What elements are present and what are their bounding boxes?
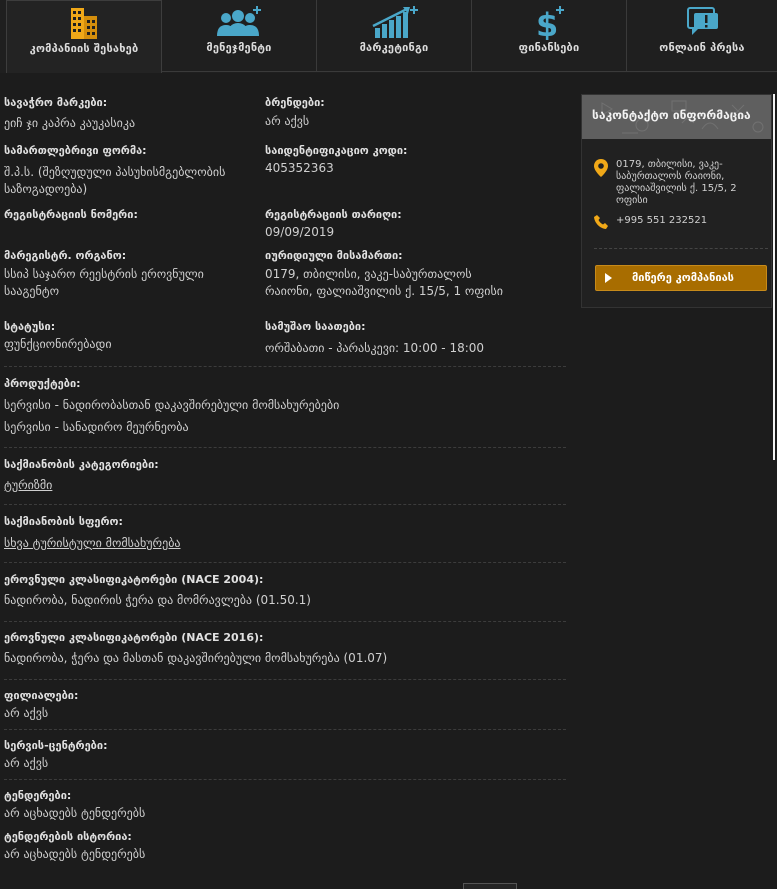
product-item: სერვისი - ნადირობასთან დაკავშირებული მომ… (4, 398, 340, 412)
divider (4, 779, 566, 780)
id-code-value: 405352363 (265, 161, 334, 175)
nace-2004-label: ეროვნული კლასიფიკატორები (NACE 2004): (4, 573, 264, 586)
tender-history-label: ტენდერების ისტორია: (4, 830, 132, 843)
status-value: ფუნქციონირებადი (4, 337, 112, 351)
service-centers-value: არ აქვს (4, 756, 49, 770)
legal-form-label: სამართლებრივი ფორმა: (4, 144, 147, 157)
contact-address: 0179, თბილისი, ვაკე-საბურთალოს რაიონი, ფ… (616, 159, 737, 206)
category-link[interactable]: ტურიზმი (4, 478, 52, 492)
phone-icon (594, 215, 608, 229)
dollar-plus-icon: $ (536, 6, 564, 40)
location-pin-icon (594, 159, 608, 177)
divider (4, 729, 566, 730)
legal-address-label: იურიდიული მისამართი: (265, 249, 403, 262)
tab-label: კომპანიის შესახებ (29, 42, 139, 55)
reg-date-label: რეგისტრაციის თარიღი: (265, 208, 402, 221)
divider (4, 366, 566, 367)
nace-2016-label: ეროვნული კლასიფიკატორები (NACE 2016): (4, 631, 264, 644)
chat-alert-icon (687, 7, 718, 35)
divider (4, 679, 566, 680)
pagination-box[interactable] (463, 883, 517, 889)
branches-label: ფილიალები: (4, 689, 79, 702)
category-value: ტურიზმი (4, 477, 52, 494)
svg-text:$: $ (536, 6, 558, 40)
users-plus-icon (217, 6, 261, 36)
tab-online-press[interactable]: ონლაინ პრესა (627, 0, 777, 72)
message-company-label: მიწერე კომპანიას (632, 271, 734, 284)
brand-name-value: ეიჩ ჯი კაპრა კაუკასიკა (4, 116, 136, 130)
tab-finances[interactable]: $ ფინანსები (472, 0, 627, 72)
tender-history-value: არ აცხადებს ტენდერებს (4, 847, 146, 861)
tenders-label: ტენდერები: (4, 789, 72, 802)
growth-chart-icon (372, 6, 418, 38)
tab-label: მარკეტინგი (359, 41, 429, 54)
legal-form-value: შ.პ.ს. (შეზღუდული პასუხისმგებლობის საზოგ… (4, 165, 226, 196)
message-company-button[interactable]: მიწერე კომპანიას (595, 265, 767, 291)
products-label: პროდუქტები: (4, 377, 81, 390)
tab-management[interactable]: მენეჯმენტი (162, 0, 317, 72)
category-label: საქმიანობის კატეგორიები: (4, 458, 159, 471)
building-icon (71, 8, 97, 39)
product-item: სერვისი - სანადირო მეურნეობა (4, 420, 189, 434)
tab-label: მენეჯმენტი (206, 41, 272, 54)
branches-value: არ აქვს (4, 706, 49, 720)
section-tabs: კომპანიის შესახებ მენეჯმენტი მარკეტინგი (0, 0, 777, 73)
divider (4, 621, 566, 622)
nace-2016-value: ნადირობა, ჭერა და მასთან დაკავშირებული მ… (4, 651, 388, 665)
hours-label: სამუშაო საათები: (265, 320, 366, 333)
hours-value: ორშაბათი - პარასკევი: 10:00 - 18:00 (265, 341, 485, 355)
registrar-value: სსიპ საჯარო რეესტრის ეროვნული სააგენტო (4, 267, 204, 298)
brand-name-label: სავაჭრო მარკები: (4, 96, 108, 109)
contact-info-panel: საკონტაქტო ინფორმაცია 0179, თბილისი, ვაკ… (581, 94, 772, 308)
divider (4, 504, 566, 505)
contact-header: საკონტაქტო ინფორმაცია (582, 95, 771, 139)
divider (4, 562, 566, 563)
legal-address-value: 0179, თბილისი, ვაკე-საბურთალოს რაიონი, ფ… (265, 267, 503, 298)
contact-title: საკონტაქტო ინფორმაცია (592, 108, 751, 122)
play-icon (605, 273, 612, 283)
sphere-label: საქმიანობის სფერო: (4, 515, 123, 528)
service-centers-label: სერვის-ცენტრები: (4, 739, 108, 752)
divider (594, 248, 768, 249)
reg-number-label: რეგისტრაციის ნომერი: (4, 208, 138, 221)
tab-company-info[interactable]: კომპანიის შესახებ (6, 0, 162, 73)
tenders-value: არ აცხადებს ტენდერებს (4, 806, 146, 820)
brands-value: არ აქვს (265, 114, 310, 128)
reg-date-value: 09/09/2019 (265, 225, 335, 239)
tab-label: ონლაინ პრესა (659, 41, 745, 54)
sphere-link[interactable]: სხვა ტურისტული მომსახურება (4, 536, 181, 550)
right-edge (773, 94, 775, 460)
tab-label: ფინანსები (518, 41, 580, 54)
brands-label: ბრენდები: (265, 96, 325, 109)
contact-phone: +995 551 232521 (616, 215, 708, 226)
registrar-label: მარეგისტრ. ორგანო: (4, 249, 127, 262)
status-label: სტატუსი: (4, 320, 56, 333)
divider (4, 447, 566, 448)
sphere-value: სხვა ტურისტული მომსახურება (4, 535, 181, 552)
id-code-label: საიდენტიფიკაციო კოდი: (265, 144, 408, 157)
company-details: სავაჭრო მარკები: ეიჩ ჯი კაპრა კაუკასიკა … (0, 96, 566, 366)
tab-marketing[interactable]: მარკეტინგი (317, 0, 472, 72)
nace-2004-value: ნადირობა, ნადირის ჭერა და მომრავლება (01… (4, 593, 311, 607)
